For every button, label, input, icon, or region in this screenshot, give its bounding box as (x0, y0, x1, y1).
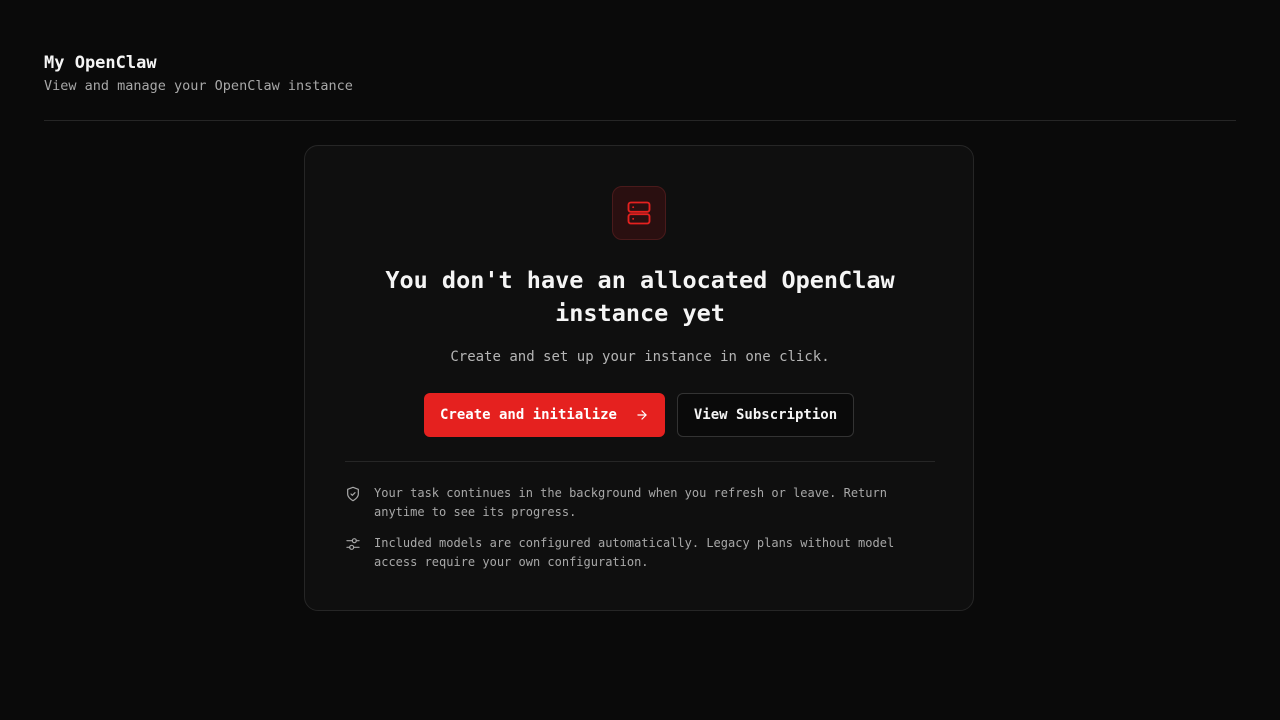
header-divider (44, 120, 1236, 121)
sliders-icon (345, 536, 361, 552)
action-buttons: Create and initialize View Subscription (305, 393, 973, 437)
note-background-task: Your task continues in the background wh… (345, 484, 935, 522)
view-subscription-button[interactable]: View Subscription (677, 393, 854, 437)
page-subtitle: View and manage your OpenClaw instance (44, 78, 353, 94)
note-text: Your task continues in the background wh… (374, 486, 887, 519)
note-text: Included models are configured automatic… (374, 536, 895, 569)
page-header: My OpenClaw View and manage your OpenCla… (44, 52, 353, 95)
empty-state-title: You don't have an allocated OpenClaw ins… (385, 266, 895, 327)
empty-state-card: You don't have an allocated OpenClaw ins… (304, 145, 974, 611)
arrow-right-icon (635, 408, 649, 422)
create-and-initialize-button[interactable]: Create and initialize (424, 393, 665, 437)
empty-state-description: Create and set up your instance in one c… (450, 349, 830, 365)
card-divider (345, 461, 935, 462)
create-button-label: Create and initialize (439, 407, 617, 423)
server-icon (612, 186, 666, 240)
note-models-config: Included models are configured automatic… (345, 534, 935, 572)
page-title: My OpenClaw (44, 53, 157, 73)
info-notes: Your task continues in the background wh… (345, 484, 935, 584)
shield-check-icon (345, 486, 361, 502)
